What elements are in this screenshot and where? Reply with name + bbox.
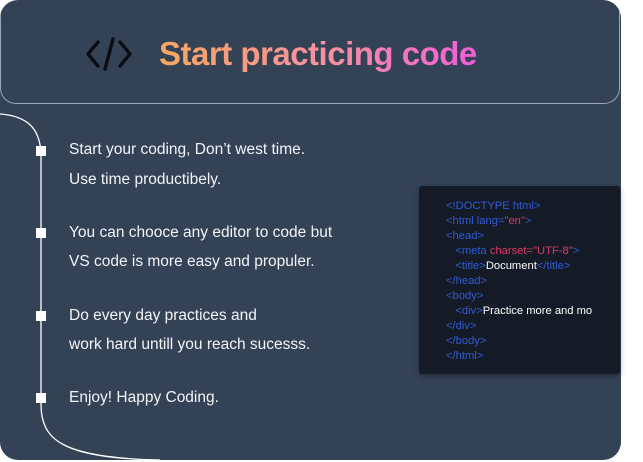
tip-line: Do every day practices and xyxy=(69,307,257,324)
code-block: <!DOCTYPE html> <html lang="en"> <head> … xyxy=(446,200,593,362)
tip-line: VS code is more easy and propuler. xyxy=(69,253,315,270)
bullet-marker xyxy=(36,146,46,156)
code-brackets-icon xyxy=(86,37,132,71)
page-title: Start practicing code xyxy=(159,35,477,72)
tip-line: Enjoy! Happy Coding. xyxy=(69,389,219,406)
bullet-marker xyxy=(36,228,46,238)
tip-line: work hard untill you reach sucesss. xyxy=(69,336,311,353)
bullet-marker xyxy=(36,393,46,403)
tip-line: You can chooce any editor to code but xyxy=(69,224,333,241)
code-editor-preview: <!DOCTYPE html> <html lang="en"> <head> … xyxy=(419,186,620,374)
tip-line: Start your coding, Don’t west time. xyxy=(69,141,306,158)
tip-line: Use time productibely. xyxy=(69,171,222,188)
card-header: Start practicing code xyxy=(0,0,620,104)
header-title-group: Start practicing code xyxy=(85,26,477,82)
bullet-marker xyxy=(36,311,46,321)
